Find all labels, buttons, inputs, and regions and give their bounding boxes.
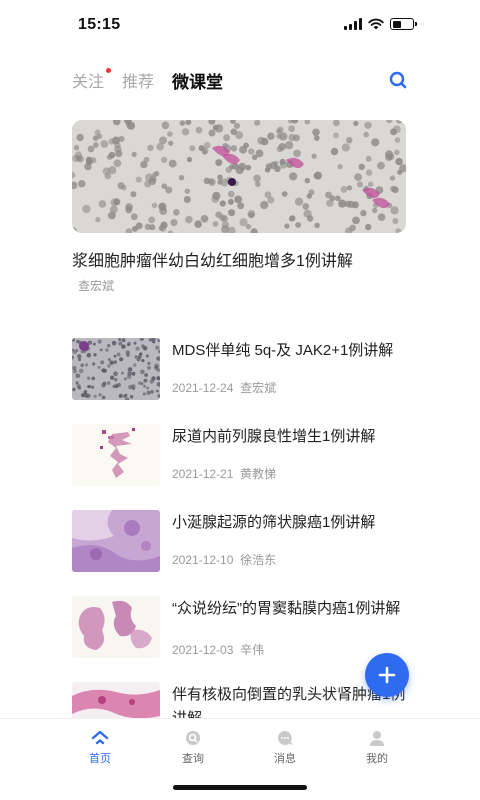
article-thumbnail [72, 682, 160, 718]
article-meta: 2021-12-10 徐浩东 [172, 551, 408, 568]
nav-query[interactable]: 查询 [163, 729, 223, 766]
add-post-button[interactable] [365, 653, 409, 697]
article-title: MDS伴单纯 5q-及 JAK2+1例讲解 [172, 342, 394, 359]
search-icon[interactable] [388, 70, 408, 90]
profile-icon [370, 731, 384, 746]
list-item[interactable]: 伴有核极向倒置的乳头状肾肿瘤1例讲解 [72, 682, 408, 718]
top-tabs: 关注 推荐 微课堂 [72, 64, 408, 96]
article-title: 小涎腺起源的筛状腺癌1例讲解 [172, 514, 376, 531]
nav-query-label: 查询 [182, 753, 204, 765]
article-date: 2021-12-10 [172, 553, 234, 567]
list-item[interactable]: MDS伴单纯 5q-及 JAK2+1例讲解 2021-12-24 查宏斌 [72, 338, 408, 424]
blood-smear-image [72, 120, 406, 233]
status-time: 15:15 [78, 16, 121, 33]
tab-follow-label: 关注 [72, 74, 105, 91]
tab-recommend[interactable]: 推荐 [122, 68, 154, 92]
nav-messages-label: 消息 [274, 753, 296, 765]
wifi-icon [368, 18, 384, 30]
article-meta: 2021-12-24 查宏斌 [172, 379, 408, 396]
notification-dot [106, 68, 112, 73]
plus-icon [378, 666, 396, 684]
article-meta: 2021-12-21 黄教悌 [172, 465, 408, 482]
nav-home[interactable]: 首页 [70, 729, 130, 766]
article-author: 查宏斌 [240, 381, 277, 395]
tab-micro-class[interactable]: 微课堂 [172, 68, 223, 93]
featured-article[interactable]: 浆细胞肿瘤伴幼白幼红细胞增多1例讲解 查宏斌 [72, 120, 406, 294]
article-meta: 2021-12-03 辛伟 [172, 641, 408, 658]
query-icon [186, 731, 200, 745]
status-bar: 15:15 [0, 0, 480, 50]
nav-messages[interactable]: 消息 [255, 729, 315, 766]
article-thumbnail [72, 338, 160, 400]
status-icons [344, 18, 417, 30]
tab-micro-class-label: 微课堂 [172, 72, 224, 92]
article-title: “众说纷纭”的胃窦黏膜内癌1例讲解 [172, 600, 401, 617]
home-indicator [173, 785, 307, 790]
featured-title: 浆细胞肿瘤伴幼白幼红细胞增多1例讲解 [72, 253, 353, 270]
list-item[interactable]: “众说纷纭”的胃窦黏膜内癌1例讲解 2021-12-03 辛伟 [72, 596, 408, 682]
list-item[interactable]: 小涎腺起源的筛状腺癌1例讲解 2021-12-10 徐浩东 [72, 510, 408, 596]
article-thumbnail [72, 424, 160, 486]
article-date: 2021-12-24 [172, 381, 234, 395]
article-author: 辛伟 [240, 643, 265, 657]
nav-profile-label: 我的 [366, 753, 388, 765]
message-icon [277, 730, 293, 745]
featured-image [72, 120, 406, 233]
nav-home-label: 首页 [89, 753, 111, 765]
featured-author: 查宏斌 [78, 279, 115, 293]
article-list: MDS伴单纯 5q-及 JAK2+1例讲解 2021-12-24 查宏斌 尿道内… [72, 338, 408, 718]
article-title: 尿道内前列腺良性增生1例讲解 [172, 428, 376, 445]
article-date: 2021-12-03 [172, 643, 234, 657]
article-author: 黄教悌 [240, 467, 277, 481]
nav-profile[interactable]: 我的 [347, 729, 407, 766]
article-author: 徐浩东 [240, 553, 277, 567]
article-thumbnail [72, 596, 160, 658]
battery-icon [390, 18, 417, 30]
tab-recommend-label: 推荐 [122, 74, 155, 91]
article-thumbnail [72, 510, 160, 572]
list-item[interactable]: 尿道内前列腺良性增生1例讲解 2021-12-21 黄教悌 [72, 424, 408, 510]
home-icon [91, 730, 109, 745]
article-date: 2021-12-21 [172, 467, 234, 481]
tab-follow[interactable]: 关注 [72, 68, 112, 92]
cellular-signal-icon [344, 18, 362, 30]
